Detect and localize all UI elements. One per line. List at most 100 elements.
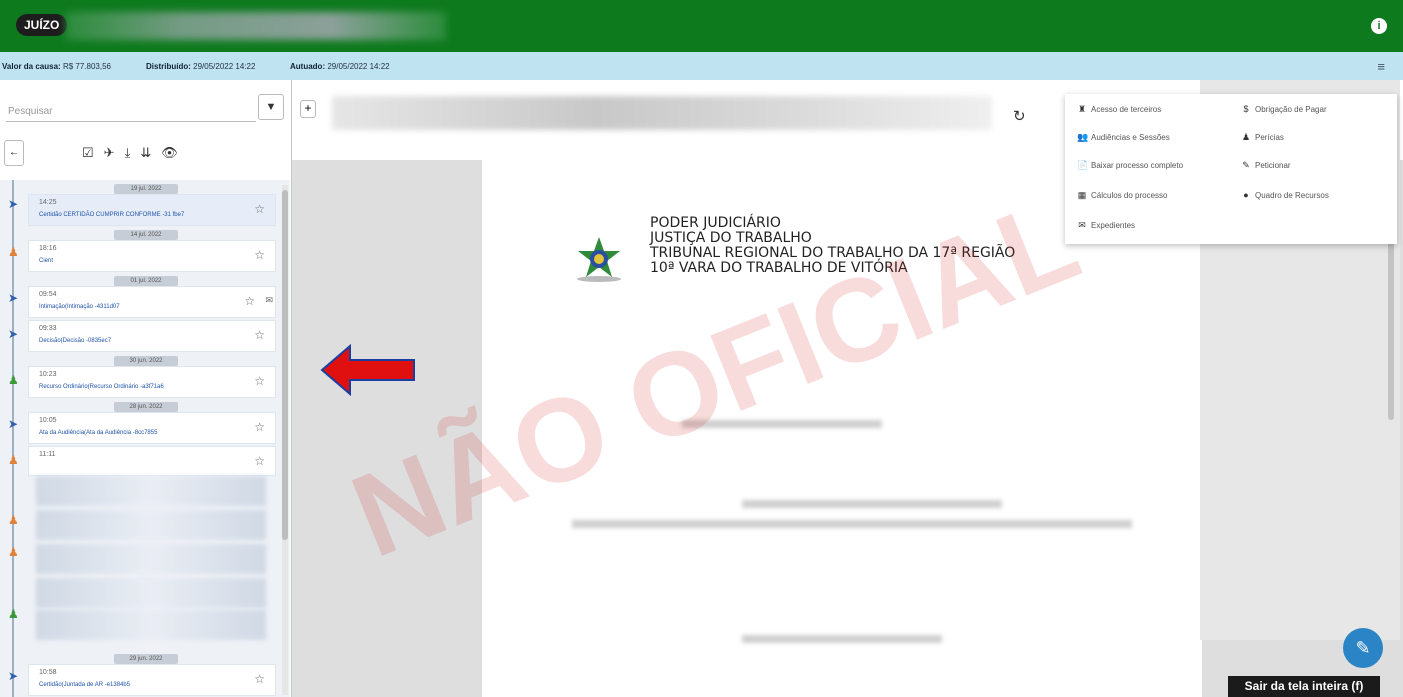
- menu-item-label: Baixar processo completo: [1091, 161, 1184, 170]
- blurred-text: [742, 635, 942, 643]
- day-separator: 01 jul. 2022: [114, 276, 178, 286]
- menu-item-pericias[interactable]: ♟ Perícias: [1241, 132, 1284, 143]
- edit-fab-button[interactable]: ✎: [1343, 628, 1383, 668]
- star-icon[interactable]: ☆: [254, 454, 265, 468]
- menu-item-label: Expedientes: [1091, 221, 1136, 230]
- blurred-text: [742, 500, 1002, 508]
- distribuido-label: Distribuído:: [146, 62, 191, 71]
- star-icon[interactable]: ☆: [254, 202, 265, 216]
- select-checkbox-icon[interactable]: ☑: [82, 145, 94, 161]
- menu-item-label: Audiências e Sessões: [1091, 133, 1170, 142]
- menu-item-label: Obrigação de Pagar: [1255, 105, 1327, 114]
- list-item[interactable]: 11:11 ☆: [28, 446, 276, 476]
- item-doc-link[interactable]: Ata da Audiência(Ata da Audiência -8cc78…: [39, 430, 157, 436]
- pin-icon: ♟: [8, 373, 19, 387]
- timeline-list: 19 jul. 2022 ➤ 14:25 Certidão CERTIDÃO C…: [0, 180, 290, 697]
- user-icon: ♟: [1241, 132, 1251, 142]
- list-item[interactable]: 10:05 Ata da Audiência(Ata da Audiência …: [28, 412, 276, 444]
- item-doc-link[interactable]: Intimação(Intimação -4311d07: [39, 304, 120, 310]
- search-input[interactable]: Pesquisar: [6, 96, 256, 122]
- sort-icon[interactable]: ⇊: [140, 145, 151, 161]
- blurred-item: [36, 544, 266, 574]
- pin-icon: ♟: [8, 513, 19, 527]
- timeline-scrollbar-thumb[interactable]: [282, 190, 288, 540]
- valor-causa-label: Valor da causa:: [2, 62, 61, 71]
- list-item[interactable]: 09:54 Intimação(Intimação -4311d07 ☆ ✉: [28, 286, 276, 318]
- sidebar-toolbar: ☑ ✈ ⤓ ⇊ 👁: [82, 145, 178, 161]
- autuado-label: Autuado:: [290, 62, 326, 71]
- day-separator: 30 jun. 2022: [114, 356, 178, 366]
- arrow-left-icon[interactable]: ←: [4, 140, 24, 166]
- blurred-text: [572, 520, 1132, 528]
- item-time: 10:23: [39, 371, 57, 378]
- menu-hamburger-icon[interactable]: ≡: [1377, 59, 1385, 74]
- pin-icon: ♟: [8, 453, 19, 467]
- valor-causa: Valor da causa: R$ 77.803,56: [2, 62, 111, 71]
- star-icon[interactable]: ☆: [254, 248, 265, 262]
- star-icon[interactable]: ☆: [244, 294, 255, 308]
- star-icon[interactable]: ☆: [254, 672, 265, 686]
- menu-item-obrigacao-pagar[interactable]: $ Obrigação de Pagar: [1241, 104, 1327, 114]
- item-time: 09:33: [39, 325, 57, 332]
- item-time: 11:11: [39, 451, 56, 458]
- item-doc-link[interactable]: Certidão CERTIDÃO CUMPRIR CONFORME -31 f…: [39, 212, 184, 218]
- menu-item-label: Acesso de terceiros: [1091, 105, 1162, 114]
- item-time: 10:58: [39, 669, 57, 676]
- item-doc-link[interactable]: Decisão(Decisão -0835ec7: [39, 338, 111, 344]
- day-separator: 29 jun. 2022: [114, 654, 178, 664]
- pin-icon: ➤: [8, 669, 19, 683]
- menu-item-label: Cálculos do processo: [1091, 191, 1168, 200]
- menu-item-label: Perícias: [1255, 133, 1284, 142]
- document-scrollbar-thumb[interactable]: [1388, 240, 1394, 420]
- list-item[interactable]: 09:33 Decisão(Decisão -0835ec7 ☆: [28, 320, 276, 352]
- menu-item-calculos[interactable]: ▦ Cálculos do processo: [1077, 190, 1168, 201]
- menu-item-acesso-terceiros[interactable]: ♜ Acesso de terceiros: [1077, 104, 1161, 115]
- list-item[interactable]: 10:58 Certidão(Juntada de AR -e1384b5 ☆: [28, 664, 276, 696]
- item-doc-link[interactable]: Cient: [39, 258, 53, 264]
- download-icon[interactable]: ⤓: [125, 145, 131, 161]
- blurred-item: [36, 578, 266, 608]
- pin-icon: ♟: [8, 607, 19, 621]
- eye-icon[interactable]: 👁: [161, 145, 178, 161]
- item-doc-link[interactable]: Recurso Ordinário(Recurso Ordinário -a3f…: [39, 384, 164, 390]
- menu-item-peticionar[interactable]: ✎ Peticionar: [1241, 160, 1290, 171]
- envelope-icon[interactable]: ✉: [265, 295, 273, 306]
- pin-icon: ➤: [8, 197, 19, 211]
- exit-fullscreen-tooltip: Sair da tela inteira (f): [1228, 676, 1380, 697]
- file-icon: 📄: [1077, 160, 1089, 170]
- filter-icon[interactable]: ▼: [258, 94, 284, 120]
- star-icon[interactable]: ☆: [254, 420, 265, 434]
- pin-icon: ➤: [8, 417, 19, 431]
- list-item[interactable]: 10:23 Recurso Ordinário(Recurso Ordinári…: [28, 366, 276, 398]
- pin-icon: ♟: [8, 245, 19, 259]
- menu-item-label: Quadro de Recursos: [1255, 191, 1329, 200]
- menu-item-expedientes[interactable]: ✉ Expedientes: [1077, 220, 1135, 231]
- distribuido-value: 29/05/2022 14:22: [193, 62, 256, 71]
- timeline-sidebar: Pesquisar ▼ ← ☑ ✈ ⤓ ⇊ 👁 19 jul. 2022 ➤ 1…: [0, 80, 292, 697]
- item-doc-link[interactable]: Certidão(Juntada de AR -e1384b5: [39, 682, 130, 688]
- person-icon: ♜: [1077, 104, 1087, 114]
- info-icon[interactable]: i: [1371, 18, 1387, 34]
- send-icon[interactable]: ✈: [104, 145, 115, 161]
- list-item[interactable]: 18:16 Cient ☆: [28, 240, 276, 272]
- top-bar: JUÍZO i: [0, 0, 1403, 52]
- blurred-item: [36, 610, 266, 640]
- day-separator: 28 jun. 2022: [114, 402, 178, 412]
- menu-item-quadro-recursos[interactable]: ● Quadro de Recursos: [1241, 190, 1329, 200]
- menu-item-audiencias[interactable]: 👥 Audiências e Sessões: [1077, 132, 1170, 143]
- item-time: 18:16: [39, 245, 57, 252]
- menu-item-baixar-processo[interactable]: 📄 Baixar processo completo: [1077, 160, 1183, 171]
- list-item[interactable]: 14:25 Certidão CERTIDÃO CUMPRIR CONFORME…: [28, 194, 276, 226]
- day-separator: 14 jul. 2022: [114, 230, 178, 240]
- juizo-badge[interactable]: JUÍZO: [16, 14, 68, 36]
- star-icon[interactable]: ☆: [254, 328, 265, 342]
- blurred-item: [36, 510, 266, 540]
- pin-icon: ♟: [8, 545, 19, 559]
- star-icon[interactable]: ☆: [254, 374, 265, 388]
- pin-icon: ➤: [8, 327, 19, 341]
- actions-menu: ♜ Acesso de terceiros 👥 Audiências e Sessõ…: [1065, 94, 1397, 244]
- process-info-bar: Valor da causa: R$ 77.803,56 Distribuído…: [0, 52, 1403, 80]
- refresh-icon[interactable]: ↻: [1013, 107, 1026, 125]
- expand-icon[interactable]: +: [300, 100, 316, 118]
- item-time: 09:54: [39, 291, 57, 298]
